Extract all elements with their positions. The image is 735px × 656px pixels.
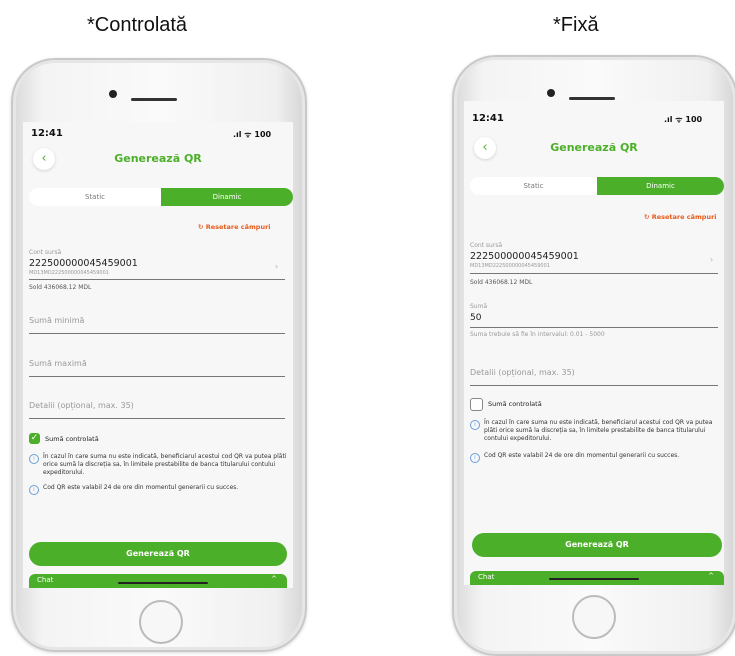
status-time: 12:41 <box>31 128 63 139</box>
info-icon: i <box>470 420 480 430</box>
reset-label: Resetare câmpuri <box>205 223 271 231</box>
chevron-up-icon: ^ <box>271 575 277 583</box>
back-button[interactable]: ‹ <box>33 148 55 170</box>
controlled-amount-checkbox[interactable] <box>470 398 483 411</box>
tab-bar: Static Dinamic <box>29 188 293 206</box>
info-text-2: Cod QR este valabil 24 de ore din moment… <box>484 452 680 459</box>
home-button[interactable] <box>139 600 183 644</box>
caption-fixed: *Fixă <box>553 14 599 36</box>
chat-label: Chat <box>37 576 54 584</box>
sum-input[interactable]: 50 <box>470 313 481 323</box>
phone-frame-fixed: 12:41 .ıl ᯤ 100 ‹ Generează QR Static Di… <box>452 55 735 656</box>
reset-label: Resetare câmpuri <box>651 213 717 221</box>
front-camera <box>547 89 555 97</box>
chevron-up-icon: ^ <box>708 572 714 580</box>
info-icon: i <box>470 453 480 463</box>
balance-text: Sold 436068.12 MDL <box>29 284 92 291</box>
reset-fields-button[interactable]: ↻ Resetare câmpuri <box>644 213 717 221</box>
home-indicator <box>118 582 208 584</box>
divider <box>29 418 285 419</box>
info-text-2: Cod QR este valabil 24 de ore din moment… <box>43 484 239 491</box>
sum-label: Sumă <box>470 303 488 310</box>
system-icons: .ıl ᯤ 100 <box>233 130 272 139</box>
screen-fixed: 12:41 .ıl ᯤ 100 ‹ Generează QR Static Di… <box>464 101 724 585</box>
screen-controlled: 12:41 .ıl ᯤ 100 ‹ Generează QR Static Di… <box>23 122 293 588</box>
divider <box>470 327 718 328</box>
account-iban: MD13MD222500000045459001 <box>29 270 109 276</box>
chevron-right-icon[interactable]: › <box>275 262 278 271</box>
info-text-1: În cazul în care suma nu este indicată, … <box>484 419 713 442</box>
checkbox-label: Sumă controlată <box>488 400 542 408</box>
info-icon: i <box>29 485 39 495</box>
divider <box>470 273 718 274</box>
max-amount-input[interactable]: Sumă maximă <box>29 359 87 368</box>
account-label: Cont sursă <box>470 242 503 249</box>
generate-qr-button[interactable]: Generează QR <box>29 542 287 566</box>
account-number[interactable]: 222500000045459001 <box>470 251 579 262</box>
caption-controlled: *Controlată <box>87 14 188 36</box>
phone-frame-controlled: 12:41 .ıl ᯤ 100 ‹ Generează QR Static Di… <box>11 58 307 652</box>
reset-fields-button[interactable]: ↻ Resetare câmpuri <box>198 223 271 231</box>
divider <box>29 376 285 377</box>
checkbox-label: Sumă controlată <box>45 435 99 443</box>
tab-static[interactable]: Static <box>470 177 597 195</box>
details-input[interactable]: Detalii (opțional, max. 35) <box>29 401 134 410</box>
controlled-amount-checkbox[interactable]: ✓ <box>29 433 40 444</box>
info-text-1: În cazul în care suma nu este indicată, … <box>43 453 287 476</box>
tab-dinamic[interactable]: Dinamic <box>161 188 293 206</box>
balance-text: Sold 436068.12 MDL <box>470 279 533 286</box>
home-indicator <box>549 578 639 580</box>
tab-bar: Static Dinamic <box>470 177 724 195</box>
back-button[interactable]: ‹ <box>474 137 496 159</box>
page-title: Generează QR <box>114 152 202 165</box>
refresh-icon: ↻ <box>644 213 650 221</box>
refresh-icon: ↻ <box>198 223 204 231</box>
home-button[interactable] <box>572 595 616 639</box>
front-camera <box>109 90 117 98</box>
chat-bar[interactable]: Chat ^ <box>29 574 287 588</box>
status-time: 12:41 <box>472 113 504 124</box>
divider <box>29 279 285 280</box>
account-label: Cont sursă <box>29 249 62 256</box>
sum-hint: Suma trebuie să fie în intervalul: 0.01 … <box>470 331 605 338</box>
tab-dinamic[interactable]: Dinamic <box>597 177 724 195</box>
speaker-grille <box>131 98 177 101</box>
generate-qr-button[interactable]: Generează QR <box>472 533 722 557</box>
chevron-right-icon[interactable]: › <box>710 255 713 264</box>
divider <box>470 385 718 386</box>
account-number[interactable]: 222500000045459001 <box>29 258 138 269</box>
chat-label: Chat <box>478 573 495 581</box>
info-icon: i <box>29 454 39 464</box>
details-input[interactable]: Detalii (opțional, max. 35) <box>470 368 575 377</box>
divider <box>29 333 285 334</box>
page-title: Generează QR <box>550 141 638 154</box>
account-iban: MD13MD222500000045459001 <box>470 263 550 269</box>
tab-static[interactable]: Static <box>29 188 161 206</box>
min-amount-input[interactable]: Sumă minimă <box>29 316 84 325</box>
system-icons: .ıl ᯤ 100 <box>664 115 703 124</box>
speaker-grille <box>569 97 615 100</box>
